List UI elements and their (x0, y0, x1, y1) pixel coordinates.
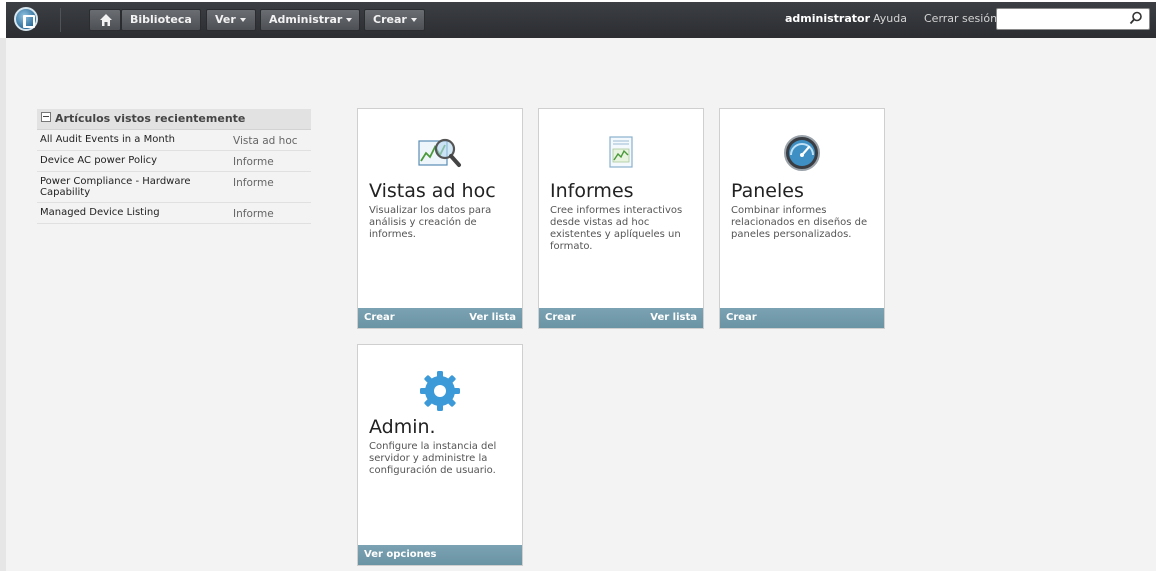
recent-item-type: Informe (233, 156, 274, 168)
card-icon-wrap (539, 133, 703, 181)
ayuda-link[interactable]: Ayuda (873, 12, 907, 25)
recent-item-name[interactable]: Power Compliance - Hardware Capability (40, 176, 220, 198)
card-adhoc-views[interactable]: Vistas ad hoc Visualizar los datos para … (357, 108, 523, 329)
card-dashboards[interactable]: Paneles Combinar informes relacionados e… (719, 108, 885, 329)
search-input[interactable] (996, 8, 1150, 30)
user-name[interactable]: administrator (785, 12, 870, 25)
chevron-down-icon (239, 18, 246, 22)
recent-item-name[interactable]: Device AC power Policy (40, 155, 220, 166)
card-title: Paneles (731, 180, 804, 202)
administrar-menu-button[interactable]: Administrar (260, 9, 360, 31)
recent-item-type: Vista ad hoc (233, 135, 298, 147)
recent-item-name[interactable]: All Audit Events in a Month (40, 134, 220, 145)
divider (60, 8, 61, 32)
ver-lista-link[interactable]: Ver lista (469, 308, 516, 328)
cerrar-sesion-link[interactable]: Cerrar sesión (924, 12, 997, 25)
card-icon-wrap (358, 369, 522, 417)
recent-items-title: Artículos vistos recientemente (55, 112, 246, 125)
card-description: Combinar informes relacionados en diseño… (731, 205, 868, 240)
list-item[interactable]: All Audit Events in a Month Vista ad hoc (37, 130, 311, 151)
search-icon[interactable] (1129, 11, 1143, 25)
dashboard-gauge-icon (784, 135, 820, 171)
card-title: Vistas ad hoc (369, 180, 496, 202)
ver-opciones-link[interactable]: Ver opciones (364, 545, 437, 565)
recent-item-name[interactable]: Managed Device Listing (40, 207, 220, 218)
card-icon-wrap (358, 133, 522, 181)
biblioteca-label: Biblioteca (130, 13, 192, 26)
collapse-icon[interactable] (41, 112, 51, 122)
card-reports[interactable]: Informes Cree informes interactivos desd… (538, 108, 704, 329)
card-title: Admin. (369, 416, 436, 438)
list-item[interactable]: Managed Device Listing Informe (37, 203, 311, 224)
administrar-label: Administrar (269, 13, 343, 26)
report-document-icon (609, 136, 633, 168)
top-navigation-bar: Biblioteca Ver Administrar Crear adminis… (6, 2, 1156, 39)
card-admin[interactable]: Admin. Configure la instancia del servid… (357, 344, 523, 566)
card-footer: Crear Ver lista (358, 308, 522, 328)
card-footer: Ver opciones (358, 545, 522, 565)
recent-items-panel: Artículos vistos recientemente All Audit… (37, 109, 311, 224)
card-description: Configure la instancia del servidor y ad… (369, 441, 497, 476)
chevron-down-icon (346, 18, 353, 22)
list-item[interactable]: Device AC power Policy Informe (37, 151, 311, 172)
biblioteca-button[interactable]: Biblioteca (121, 9, 201, 31)
recent-item-type: Informe (233, 177, 274, 189)
ver-lista-link[interactable]: Ver lista (650, 308, 697, 328)
card-footer: Crear Ver lista (539, 308, 703, 328)
crear-label: Crear (373, 13, 407, 26)
card-footer: Crear (720, 308, 884, 328)
chevron-down-icon (410, 18, 417, 22)
adhoc-chart-magnifier-icon (418, 138, 461, 167)
home-button[interactable] (89, 9, 121, 31)
app-logo-icon[interactable] (14, 7, 38, 31)
recent-item-type: Informe (233, 208, 274, 220)
crear-link[interactable]: Crear (545, 308, 576, 328)
card-title: Informes (550, 180, 634, 202)
home-icon (100, 14, 112, 26)
gear-icon (420, 371, 460, 411)
crear-link[interactable]: Crear (726, 308, 757, 328)
crear-link[interactable]: Crear (364, 308, 395, 328)
ver-label: Ver (215, 13, 236, 26)
card-description: Cree informes interactivos desde vistas … (550, 205, 683, 252)
list-item[interactable]: Power Compliance - Hardware Capability I… (37, 172, 311, 203)
crear-menu-button[interactable]: Crear (364, 9, 425, 31)
ver-menu-button[interactable]: Ver (206, 9, 256, 31)
recent-items-header[interactable]: Artículos vistos recientemente (37, 109, 311, 130)
card-description: Visualizar los datos para análisis y cre… (369, 205, 492, 240)
card-icon-wrap (720, 133, 884, 181)
